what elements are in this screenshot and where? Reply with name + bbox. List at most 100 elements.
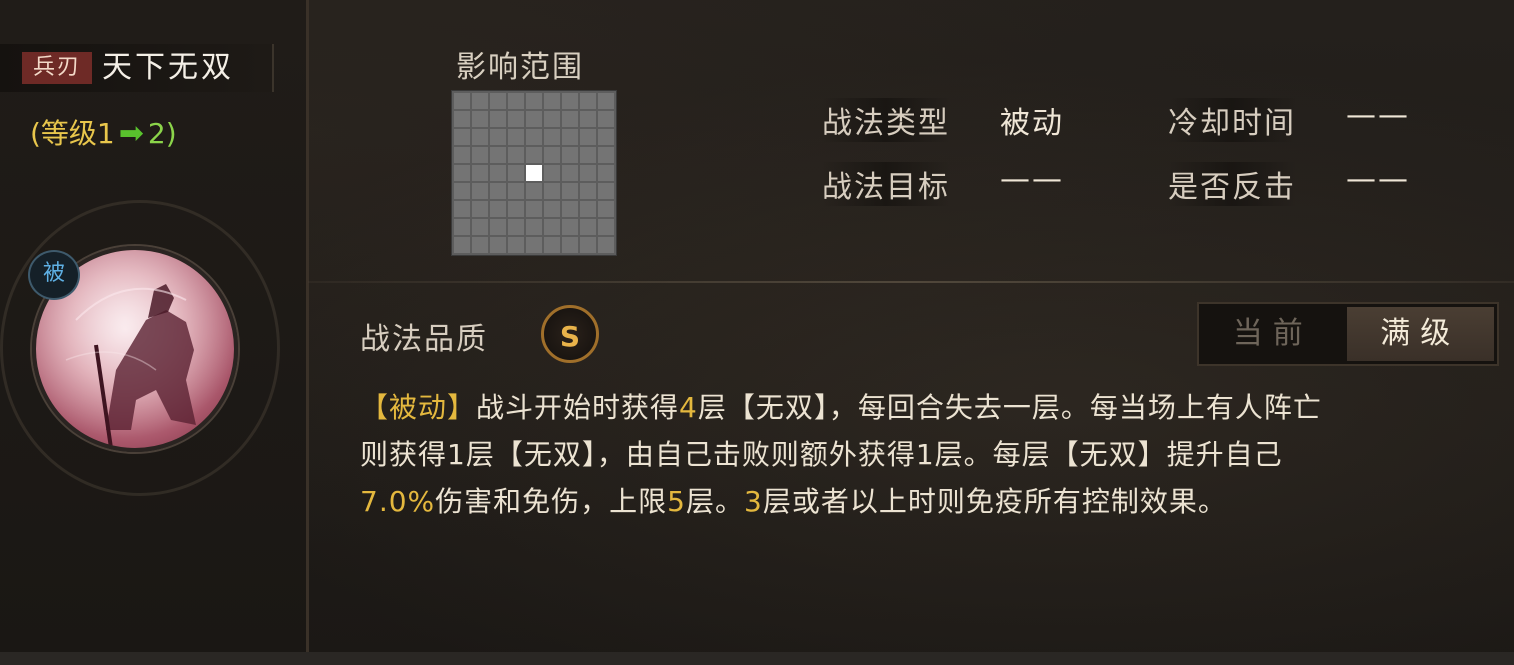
description-highlight: 5 xyxy=(667,485,686,518)
range-cell xyxy=(526,111,542,127)
description-text: 战斗开始时获得 xyxy=(476,391,680,424)
range-cell xyxy=(490,219,506,235)
range-cell xyxy=(454,147,470,163)
description-text: 伤害和免伤，上限 xyxy=(435,485,668,518)
skill-type-label: 战法类型 xyxy=(822,98,950,142)
range-cell xyxy=(562,201,578,217)
range-cell xyxy=(454,219,470,235)
description-text: 则获得1层【无双】，由自己击败则额外获得1层。每层【无双】提升自己 xyxy=(360,438,1283,471)
range-cell xyxy=(526,237,542,253)
range-cell xyxy=(544,111,560,127)
tab-current-level[interactable]: 当前 xyxy=(1199,304,1347,364)
description-text: 层【无双】，每回合失去一层。每当场上有人阵亡 xyxy=(697,391,1322,424)
range-cell xyxy=(454,93,470,109)
skill-name: 天下无双 xyxy=(102,50,234,85)
skill-type-value: 被动 xyxy=(1000,106,1064,141)
description-text: 层。 xyxy=(685,485,744,518)
range-cell xyxy=(472,237,488,253)
counter-label: 是否反击 xyxy=(1168,162,1296,206)
range-cell-active xyxy=(526,165,542,181)
skill-target-value: —— xyxy=(1000,162,1064,197)
weapon-type-tag: 兵刃 xyxy=(22,52,92,84)
range-cell xyxy=(472,129,488,145)
range-cell xyxy=(562,219,578,235)
range-cell xyxy=(598,129,614,145)
range-cell xyxy=(454,165,470,181)
range-cell xyxy=(580,165,596,181)
range-cell xyxy=(544,165,560,181)
range-cell xyxy=(490,165,506,181)
level-to: 2) xyxy=(147,117,177,150)
range-cell xyxy=(508,111,524,127)
range-cell xyxy=(580,183,596,199)
cooldown-label: 冷却时间 xyxy=(1168,98,1296,142)
range-cell xyxy=(544,219,560,235)
range-cell xyxy=(598,201,614,217)
range-cell xyxy=(580,237,596,253)
range-cell xyxy=(562,183,578,199)
range-cell xyxy=(490,237,506,253)
range-cell xyxy=(598,147,614,163)
cooldown-value: —— xyxy=(1346,98,1410,133)
range-cell xyxy=(580,129,596,145)
range-cell xyxy=(526,219,542,235)
description-highlight: 7.0% xyxy=(360,485,436,518)
range-cell xyxy=(472,165,488,181)
range-cell xyxy=(472,219,488,235)
range-cell xyxy=(490,93,506,109)
range-cell xyxy=(526,183,542,199)
range-cell xyxy=(454,201,470,217)
range-cell xyxy=(526,93,542,109)
description-line-1: 【被动】战斗开始时获得4层【无双】，每回合失去一层。每当场上有人阵亡 xyxy=(360,384,1514,431)
range-cell xyxy=(472,201,488,217)
range-cell xyxy=(508,237,524,253)
range-cell xyxy=(472,111,488,127)
range-cell xyxy=(526,201,542,217)
range-cell xyxy=(598,219,614,235)
range-cell xyxy=(508,201,524,217)
range-cell xyxy=(562,165,578,181)
range-cell xyxy=(598,237,614,253)
quality-label: 战法品质 xyxy=(360,322,488,357)
range-cell xyxy=(598,165,614,181)
range-cell xyxy=(544,93,560,109)
green-right-arrow-icon: ➡ xyxy=(118,116,144,151)
level-from: (等级1 xyxy=(30,117,115,150)
range-cell xyxy=(472,93,488,109)
skill-description: 【被动】战斗开始时获得4层【无双】，每回合失去一层。每当场上有人阵亡 则获得1层… xyxy=(360,384,1514,525)
range-cell xyxy=(562,93,578,109)
range-cell xyxy=(562,111,578,127)
skill-level-progress: (等级1 ➡ 2) xyxy=(30,116,177,152)
range-cell xyxy=(508,219,524,235)
range-cell xyxy=(598,93,614,109)
s-grade-badge-icon: S xyxy=(541,305,599,363)
skill-side-panel: 兵刃 天下无双 (等级1 ➡ 2) 被 xyxy=(0,0,309,665)
range-cell xyxy=(472,183,488,199)
range-cell xyxy=(526,129,542,145)
level-toggle: 当前 满级 xyxy=(1197,302,1499,366)
range-cell xyxy=(490,183,506,199)
range-cell xyxy=(544,237,560,253)
description-highlight: 4 xyxy=(679,391,698,424)
range-title: 影响范围 xyxy=(456,50,584,85)
range-cell xyxy=(562,129,578,145)
description-line-3: 7.0%伤害和免伤，上限5层。3层或者以上时则免疫所有控制效果。 xyxy=(360,478,1514,525)
description-highlight: 3 xyxy=(744,485,763,518)
range-grid xyxy=(451,90,617,256)
range-cell xyxy=(544,201,560,217)
passive-badge: 被 xyxy=(28,250,80,300)
range-cell xyxy=(454,129,470,145)
range-cell xyxy=(580,219,596,235)
skill-target-label: 战法目标 xyxy=(822,162,950,206)
tab-max-level[interactable]: 满级 xyxy=(1346,307,1494,361)
range-cell xyxy=(580,147,596,163)
range-cell xyxy=(580,93,596,109)
description-highlight: 【被动】 xyxy=(360,391,477,424)
range-cell xyxy=(544,183,560,199)
range-cell xyxy=(508,147,524,163)
range-cell xyxy=(544,147,560,163)
range-cell xyxy=(490,201,506,217)
range-cell xyxy=(490,147,506,163)
counter-value: —— xyxy=(1346,162,1410,197)
range-cell xyxy=(490,129,506,145)
